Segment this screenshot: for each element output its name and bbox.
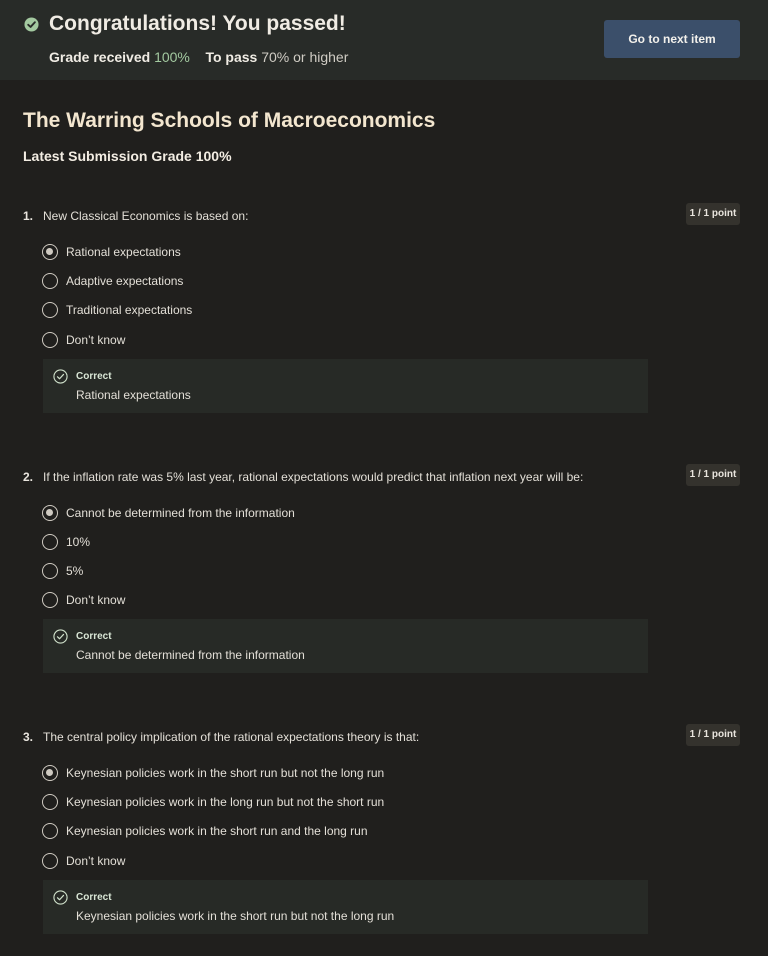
feedback-answer: Rational expectations [76,388,191,402]
points-badge: 1 / 1 point [686,464,740,486]
option-cannot-be-determined[interactable]: Cannot be determined from the informatio… [42,503,642,523]
option-label: Keynesian policies work in the short run… [66,824,368,838]
points-badge: 1 / 1 point [686,724,740,746]
latest-submission-grade: Latest Submission Grade 100% [23,148,232,164]
option-label: 5% [66,564,84,578]
feedback-box: Correct Cannot be determined from the in… [43,619,648,673]
option-adaptive-expectations[interactable]: Adaptive expectations [42,271,642,291]
check-circle-outline-icon [53,890,68,905]
radio-icon[interactable] [42,823,58,839]
option-short-run-not-long-run[interactable]: Keynesian policies work in the short run… [42,763,642,783]
option-label: Keynesian policies work in the long run … [66,795,385,809]
go-to-next-item-button[interactable]: Go to next item [604,20,740,58]
option-rational-expectations[interactable]: Rational expectations [42,242,642,262]
radio-icon[interactable] [42,534,58,550]
check-circle-icon [24,17,39,32]
banner-title: Congratulations! You passed! [49,12,346,35]
to-pass-label: To pass [205,49,258,65]
option-long-run-not-short-run[interactable]: Keynesian policies work in the long run … [42,792,642,812]
option-label: Don’t know [66,854,126,868]
radio-selected-icon[interactable] [42,765,58,781]
option-5-percent[interactable]: 5% [42,561,642,581]
radio-icon[interactable] [42,273,58,289]
option-label: Traditional expectations [66,303,193,317]
option-label: Don’t know [66,593,126,607]
option-dont-know[interactable]: Don’t know [42,330,642,350]
option-traditional-expectations[interactable]: Traditional expectations [42,300,642,320]
option-dont-know[interactable]: Don’t know [42,590,642,610]
feedback-answer: Cannot be determined from the informatio… [76,648,305,662]
option-dont-know[interactable]: Don’t know [42,851,642,871]
option-label: 10% [66,535,91,549]
option-label: Rational expectations [66,245,181,259]
radio-icon[interactable] [42,332,58,348]
option-label: Keynesian policies work in the short run… [66,766,385,780]
radio-icon[interactable] [42,563,58,579]
option-label: Adaptive expectations [66,274,184,288]
option-label: Cannot be determined from the informatio… [66,506,295,520]
option-label: Don’t know [66,333,126,347]
feedback-answer: Keynesian policies work in the short run… [76,909,395,923]
grade-received-value: 100% [154,49,190,65]
question-number: 1. [23,209,34,223]
question-text: If the inflation rate was 5% last year, … [43,470,584,484]
radio-icon[interactable] [42,794,58,810]
feedback-box: Correct Keynesian policies work in the s… [43,880,648,934]
feedback-title: Correct [76,371,112,382]
to-pass-value: 70% or higher [261,49,349,65]
radio-icon[interactable] [42,853,58,869]
page-title: The Warring Schools of Macroeconomics [23,109,436,132]
grade-summary: Grade received 100% To pass 70% or highe… [49,49,348,65]
question-number: 2. [23,470,34,484]
radio-icon[interactable] [42,592,58,608]
check-circle-outline-icon [53,629,68,644]
pass-banner: Congratulations! You passed! Grade recei… [0,0,768,80]
radio-icon[interactable] [42,302,58,318]
feedback-title: Correct [76,892,112,903]
question-number: 3. [23,730,34,744]
radio-selected-icon[interactable] [42,505,58,521]
option-10-percent[interactable]: 10% [42,532,642,552]
check-circle-outline-icon [53,369,68,384]
points-badge: 1 / 1 point [686,203,740,225]
question-text: New Classical Economics is based on: [43,209,249,223]
feedback-box: Correct Rational expectations [43,359,648,413]
grade-received-label: Grade received [49,49,151,65]
feedback-title: Correct [76,631,112,642]
option-short-and-long-run[interactable]: Keynesian policies work in the short run… [42,821,642,841]
radio-selected-icon[interactable] [42,244,58,260]
question-text: The central policy implication of the ra… [43,730,420,744]
